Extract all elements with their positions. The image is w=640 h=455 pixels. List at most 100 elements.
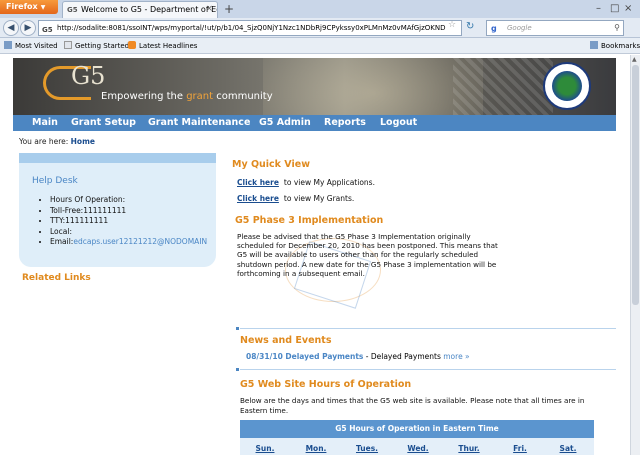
menu-logout[interactable]: Logout — [380, 115, 417, 131]
forward-button[interactable]: ▶ — [20, 20, 36, 36]
list-item-email: Email:edcaps.user12121212@NODOMAIN — [50, 237, 207, 248]
day-friday[interactable]: Fri. — [498, 444, 542, 453]
bookmarks-menu[interactable]: Bookmarks — [590, 38, 640, 54]
news-item-text: - Delayed Payments — [363, 352, 444, 361]
scrollbar-thumb[interactable] — [632, 65, 639, 305]
page-icon — [64, 41, 72, 49]
page-scrollbar[interactable]: ▲ — [630, 55, 640, 455]
tagline-accent: grant — [186, 91, 214, 102]
email-label: Email: — [50, 237, 74, 246]
search-icon[interactable]: ⚲ — [614, 21, 620, 35]
bookmark-latest-headlines[interactable]: Latest Headlines — [128, 38, 197, 54]
day-tuesday[interactable]: Tues. — [345, 444, 389, 453]
scroll-up-icon[interactable]: ▲ — [632, 56, 637, 63]
page-viewport: G5 Empowering the grant community Main G… — [0, 55, 630, 455]
breadcrumb-home-link[interactable]: Home — [71, 137, 95, 146]
list-item: Toll-Free:111111111 — [50, 206, 207, 217]
banner-glow — [263, 58, 483, 115]
hours-table-header: G5 Hours of Operation in Eastern Time — [240, 420, 594, 438]
day-monday[interactable]: Mon. — [294, 444, 338, 453]
site-banner: G5 Empowering the grant community — [13, 58, 616, 115]
new-tab-button[interactable]: + — [222, 2, 236, 16]
search-placeholder: Google — [507, 24, 532, 32]
bookmark-label: Getting Started — [75, 42, 130, 50]
help-desk-list: Hours Of Operation: Toll-Free:111111111 … — [50, 195, 207, 248]
list-item: Hours Of Operation: — [50, 195, 207, 206]
bookmark-label: Most Visited — [15, 42, 58, 50]
folder-icon — [4, 41, 12, 49]
maximize-icon[interactable]: □ — [610, 3, 619, 14]
g5-logo-text: G5 — [71, 62, 105, 90]
close-icon[interactable]: × — [205, 2, 213, 17]
phase3-body: Please be advised that the G5 Phase 3 Im… — [237, 232, 498, 278]
bookmarks-icon — [590, 41, 598, 49]
breadcrumb-prefix: You are here: — [19, 137, 69, 146]
hours-description: Below are the days and times that the G5… — [240, 396, 585, 415]
day-sunday[interactable]: Sun. — [243, 444, 287, 453]
hours-table: G5 Hours of Operation in Eastern Time Su… — [240, 420, 594, 455]
firefox-menu-button[interactable]: Firefox ▼ — [0, 0, 58, 14]
view-grants-link[interactable]: Click here — [237, 194, 279, 203]
bookmarks-menu-label: Bookmarks — [601, 42, 640, 50]
menu-grant-setup[interactable]: Grant Setup — [71, 115, 136, 131]
quick-view-row: Click here to view My Grants. — [237, 194, 354, 203]
rss-icon — [128, 41, 136, 49]
banner-stripes — [453, 58, 553, 115]
back-button[interactable]: ◀ — [3, 20, 19, 36]
list-item: TTY:111111111 — [50, 216, 207, 227]
divider — [240, 369, 616, 370]
search-input[interactable]: g Google ⚲ — [486, 20, 624, 36]
site-identity-icon: G5 — [42, 26, 53, 34]
related-links-heading: Related Links — [22, 273, 91, 283]
menu-main[interactable]: Main — [32, 115, 58, 131]
department-seal-icon — [543, 62, 591, 110]
divider-dot — [236, 327, 239, 330]
quick-view-text: to view My Grants. — [283, 194, 355, 203]
logo-label: G5 — [71, 62, 106, 90]
hours-title: G5 Web Site Hours of Operation — [240, 379, 412, 390]
list-item: Local: — [50, 227, 207, 238]
phase3-title: G5 Phase 3 Implementation — [235, 215, 384, 226]
bookmark-most-visited[interactable]: Most Visited — [4, 38, 58, 54]
news-more-link[interactable]: more » — [443, 352, 469, 361]
site-tagline: Empowering the grant community — [101, 91, 273, 102]
menu-grant-maintenance[interactable]: Grant Maintenance — [148, 115, 250, 131]
url-bar[interactable]: G5 http://sodalite:8081/ssoINT/wps/mypor… — [38, 20, 462, 36]
bookmark-label: Latest Headlines — [139, 42, 198, 50]
browser-tab-active[interactable]: G5 Welcome to G5 - Department of Educati… — [62, 1, 218, 18]
quick-view-row: Click here to view My Applications. — [237, 178, 375, 187]
news-item-link[interactable]: 08/31/10 Delayed Payments — [246, 352, 363, 361]
news-events-title: News and Events — [240, 335, 332, 346]
tab-title: Welcome to G5 - Department of Educati... — [81, 5, 217, 14]
help-desk-panel: Help Desk Hours Of Operation: Toll-Free:… — [19, 153, 216, 267]
view-applications-link[interactable]: Click here — [237, 178, 279, 187]
minimize-icon[interactable]: – — [596, 3, 601, 14]
google-icon: g — [491, 24, 497, 33]
help-desk-header-bar — [19, 153, 216, 163]
firefox-menu-label: Firefox — [6, 2, 38, 11]
seal-tree-icon — [552, 71, 582, 101]
divider-dot — [236, 368, 239, 371]
url-text: http://sodalite:8081/ssoINT/wps/myportal… — [57, 24, 446, 32]
quick-view-title: My Quick View — [232, 159, 310, 170]
menu-g5-admin[interactable]: G5 Admin — [259, 115, 311, 131]
star-icon[interactable]: ☆ — [448, 20, 456, 30]
help-desk-email-link[interactable]: edcaps.user12121212@NODOMAIN — [73, 237, 207, 246]
news-item: 08/31/10 Delayed Payments - Delayed Paym… — [246, 352, 470, 361]
main-menu: Main Grant Setup Grant Maintenance G5 Ad… — [13, 115, 616, 131]
breadcrumb: You are here: Home — [19, 137, 95, 146]
tagline-prefix: Empowering the — [101, 91, 187, 102]
window-close-icon[interactable]: × — [624, 3, 632, 14]
divider — [240, 328, 616, 329]
menu-reports[interactable]: Reports — [324, 115, 366, 131]
day-thursday[interactable]: Thur. — [447, 444, 491, 453]
tagline-suffix: community — [213, 91, 273, 102]
bookmark-getting-started[interactable]: Getting Started — [64, 38, 129, 54]
hours-table-days-row: Sun. Mon. Tues. Wed. Thur. Fri. Sat. — [240, 438, 594, 455]
browser-tab-bar: Firefox ▼ G5 Welcome to G5 - Department o… — [0, 0, 640, 18]
help-desk-title: Help Desk — [32, 176, 78, 186]
day-saturday[interactable]: Sat. — [546, 444, 590, 453]
reload-icon[interactable]: ↻ — [466, 21, 474, 32]
g5-favicon-icon: G5 — [67, 6, 78, 14]
day-wednesday[interactable]: Wed. — [396, 444, 440, 453]
